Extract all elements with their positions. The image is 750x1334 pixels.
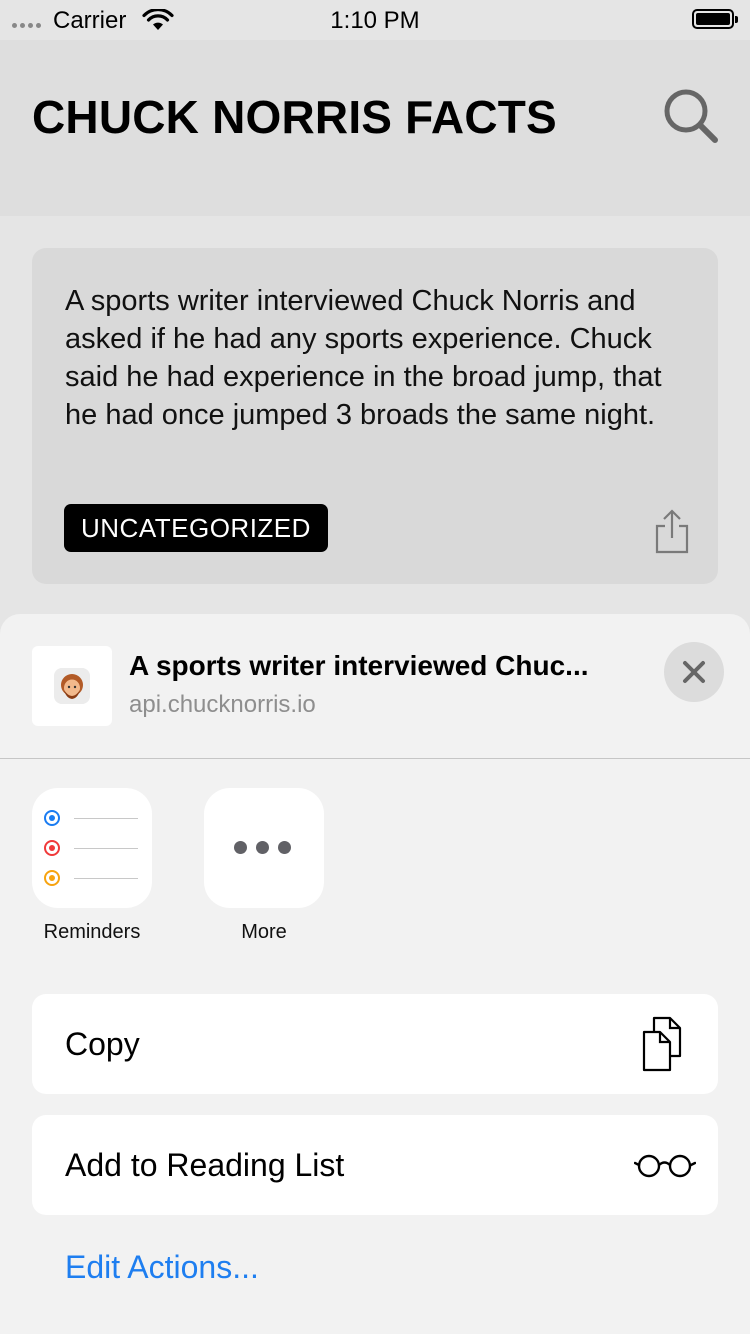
app-label: Reminders	[43, 921, 141, 943]
share-app-row: Reminders More	[0, 788, 750, 958]
share-icon[interactable]	[652, 508, 692, 554]
fact-card: A sports writer interviewed Chuck Norris…	[32, 248, 718, 584]
fact-text: A sports writer interviewed Chuck Norris…	[65, 285, 662, 431]
share-sheet-header: A sports writer interviewed Chuc... api.…	[0, 614, 750, 759]
more-icon	[204, 788, 324, 908]
page-title: CHUCK NORRIS FACTS	[32, 91, 557, 143]
close-icon	[683, 661, 705, 683]
search-icon[interactable]	[660, 85, 720, 145]
share-sheet: A sports writer interviewed Chuc... api.…	[0, 614, 750, 1334]
link-thumbnail	[32, 646, 112, 726]
chuck-norris-app-icon	[54, 668, 90, 704]
glasses-icon	[634, 1154, 696, 1178]
copy-action[interactable]: Copy	[32, 994, 718, 1094]
reading-list-action[interactable]: Add to Reading List	[32, 1115, 718, 1215]
action-label: Add to Reading List	[65, 1147, 345, 1183]
edit-actions-link[interactable]: Edit Actions...	[65, 1249, 259, 1286]
close-button[interactable]	[664, 642, 724, 702]
nav-header: CHUCK NORRIS FACTS	[0, 40, 750, 216]
clock: 1:10 PM	[330, 7, 420, 34]
status-bar: Carrier 1:10 PM	[0, 0, 750, 40]
reminders-icon	[32, 788, 152, 908]
share-app-reminders[interactable]: Reminders	[6, 788, 178, 944]
app-label: More	[241, 921, 287, 943]
copy-icon	[642, 1016, 682, 1072]
category-badge: UNCATEGORIZED	[64, 504, 328, 552]
action-label: Copy	[65, 1026, 140, 1062]
battery-icon	[692, 9, 738, 29]
share-title: A sports writer interviewed Chuc...	[129, 650, 589, 681]
share-url: api.chucknorris.io	[129, 691, 316, 718]
share-app-more[interactable]: More	[178, 788, 350, 944]
